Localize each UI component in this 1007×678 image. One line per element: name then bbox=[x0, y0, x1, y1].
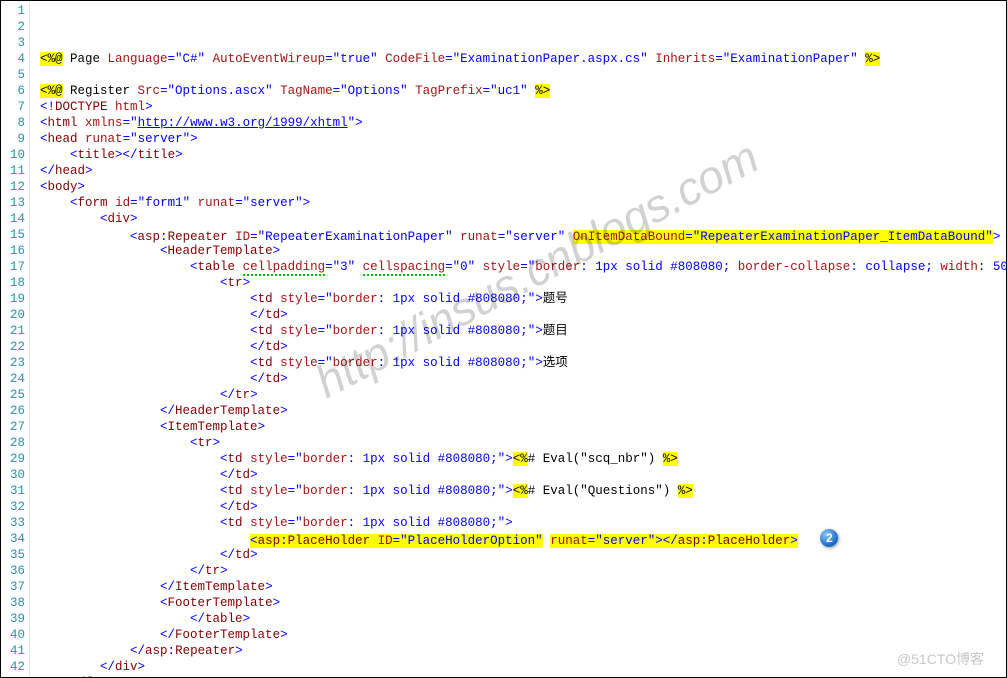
line-number: 5 bbox=[1, 67, 29, 83]
line-number: 25 bbox=[1, 387, 29, 403]
code-line bbox=[40, 67, 1006, 83]
line-number: 2 bbox=[1, 19, 29, 35]
code-line: <ItemTemplate> bbox=[40, 419, 1006, 435]
line-number: 29 bbox=[1, 451, 29, 467]
line-number: 4 bbox=[1, 51, 29, 67]
line-number: 42 bbox=[1, 659, 29, 675]
code-line: </HeaderTemplate> bbox=[40, 403, 1006, 419]
code-line: <head runat="server"> bbox=[40, 131, 1006, 147]
code-line: <tr> bbox=[40, 435, 1006, 451]
line-number: 20 bbox=[1, 307, 29, 323]
code-line: </table> bbox=[40, 611, 1006, 627]
line-number: 1 bbox=[1, 3, 29, 19]
callout-two-icon: 2 bbox=[820, 529, 838, 547]
code-line: </form> bbox=[40, 675, 1006, 677]
line-number: 31 bbox=[1, 483, 29, 499]
code-line: <td style="border: 1px solid #808080;"> bbox=[40, 515, 1006, 531]
line-number: 3 bbox=[1, 35, 29, 51]
line-number: 7 bbox=[1, 99, 29, 115]
code-line: <asp:Repeater ID="RepeaterExaminationPap… bbox=[40, 227, 1006, 243]
code-editor: 1234567891011121314151617181920212223242… bbox=[0, 0, 1007, 678]
code-line: <HeaderTemplate> bbox=[40, 243, 1006, 259]
code-line: </td> bbox=[40, 339, 1006, 355]
code-line: </div> bbox=[40, 659, 1006, 675]
line-number: 27 bbox=[1, 419, 29, 435]
code-line: <td style="border: 1px solid #808080;"><… bbox=[40, 451, 1006, 467]
code-line: </td> bbox=[40, 307, 1006, 323]
code-line: </tr> bbox=[40, 387, 1006, 403]
line-number: 16 bbox=[1, 243, 29, 259]
line-number: 14 bbox=[1, 211, 29, 227]
line-number: 13 bbox=[1, 195, 29, 211]
line-number: 36 bbox=[1, 563, 29, 579]
line-number: 12 bbox=[1, 179, 29, 195]
code-line: </td> bbox=[40, 371, 1006, 387]
line-number: 11 bbox=[1, 163, 29, 179]
code-line: <table cellpadding="3" cellspacing="0" s… bbox=[40, 259, 1006, 275]
line-number: 22 bbox=[1, 339, 29, 355]
code-line: <div> bbox=[40, 211, 1006, 227]
line-number: 18 bbox=[1, 275, 29, 291]
line-number: 30 bbox=[1, 467, 29, 483]
code-line: </tr> bbox=[40, 563, 1006, 579]
code-line: </asp:Repeater> bbox=[40, 643, 1006, 659]
code-line: </ItemTemplate> bbox=[40, 579, 1006, 595]
code-line: <title></title> bbox=[40, 147, 1006, 163]
code-line: <%@ Register Src="Options.ascx" TagName=… bbox=[40, 83, 1006, 99]
line-number: 32 bbox=[1, 499, 29, 515]
line-number: 28 bbox=[1, 435, 29, 451]
line-number: 34 bbox=[1, 531, 29, 547]
line-number: 35 bbox=[1, 547, 29, 563]
line-number: 23 bbox=[1, 355, 29, 371]
line-number: 41 bbox=[1, 643, 29, 659]
code-line: <%@ Page Language="C#" AutoEventWireup="… bbox=[40, 51, 1006, 67]
code-line: </td> bbox=[40, 547, 1006, 563]
code-line: </td> bbox=[40, 467, 1006, 483]
line-number: 40 bbox=[1, 627, 29, 643]
code-line: <tr> bbox=[40, 275, 1006, 291]
line-number: 6 bbox=[1, 83, 29, 99]
code-line: <FooterTemplate> bbox=[40, 595, 1006, 611]
code-line: </FooterTemplate> bbox=[40, 627, 1006, 643]
code-line: <td style="border: 1px solid #808080;">选… bbox=[40, 355, 1006, 371]
line-number: 21 bbox=[1, 323, 29, 339]
line-number: 9 bbox=[1, 131, 29, 147]
line-number: 15 bbox=[1, 227, 29, 243]
code-line: <td style="border: 1px solid #808080;">题… bbox=[40, 323, 1006, 339]
line-number: 19 bbox=[1, 291, 29, 307]
code-line: <body> bbox=[40, 179, 1006, 195]
line-number: 37 bbox=[1, 579, 29, 595]
code-line: </head> bbox=[40, 163, 1006, 179]
code-line: <td style="border: 1px solid #808080;">题… bbox=[40, 291, 1006, 307]
code-area: http://insus.cnblogs.com <%@ Page Langua… bbox=[30, 1, 1006, 677]
line-number: 10 bbox=[1, 147, 29, 163]
code-line: <html xmlns="http://www.w3.org/1999/xhtm… bbox=[40, 115, 1006, 131]
line-number: 8 bbox=[1, 115, 29, 131]
line-number: 38 bbox=[1, 595, 29, 611]
code-line: </td> bbox=[40, 499, 1006, 515]
line-number-gutter: 1234567891011121314151617181920212223242… bbox=[1, 1, 30, 677]
code-line: <td style="border: 1px solid #808080;"><… bbox=[40, 483, 1006, 499]
code-line: <asp:PlaceHolder ID="PlaceHolderOption" … bbox=[40, 531, 1006, 547]
line-number: 26 bbox=[1, 403, 29, 419]
code-line: <!DOCTYPE html> bbox=[40, 99, 1006, 115]
code-line: <form id="form1" runat="server"> bbox=[40, 195, 1006, 211]
line-number: 39 bbox=[1, 611, 29, 627]
line-number: 24 bbox=[1, 371, 29, 387]
line-number: 33 bbox=[1, 515, 29, 531]
line-number: 17 bbox=[1, 259, 29, 275]
